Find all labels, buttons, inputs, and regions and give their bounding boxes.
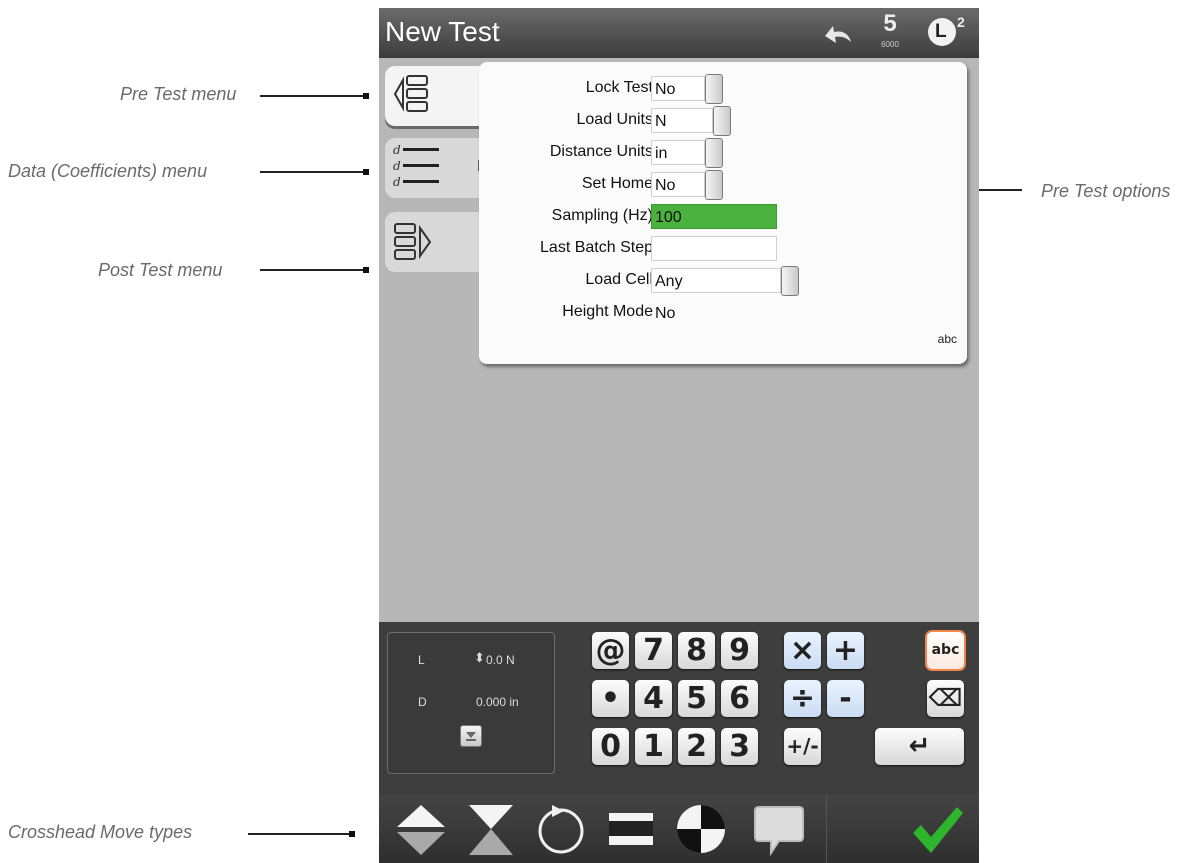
- lock-test-value[interactable]: No: [651, 76, 705, 101]
- option-label: Load Units: [576, 111, 654, 128]
- option-label: Last Batch Step: [540, 239, 653, 256]
- option-row-set-home: Set Home No: [479, 170, 967, 200]
- key-plus[interactable]: +: [827, 632, 864, 669]
- right-arrow-list-icon: [394, 223, 432, 260]
- key-decimal[interactable]: •: [592, 680, 629, 717]
- leader-line: [260, 269, 366, 271]
- leader-line: [260, 95, 366, 97]
- option-label: Load Cell: [585, 271, 653, 288]
- key-3[interactable]: 3: [721, 728, 758, 765]
- key-enter[interactable]: ↵: [875, 728, 964, 765]
- key-8[interactable]: 8: [678, 632, 715, 669]
- option-row-lock-test: Lock Test No: [479, 74, 967, 104]
- option-row-height-mode: Height Mode No: [479, 300, 967, 326]
- key-4[interactable]: 4: [635, 680, 672, 717]
- leader-dot: [363, 93, 369, 99]
- leader-line: [260, 171, 366, 173]
- load-cell-toggle[interactable]: [781, 266, 799, 296]
- key-0[interactable]: 0: [592, 728, 629, 765]
- speed-indicator[interactable]: 5 6000: [873, 11, 907, 55]
- distance-label: D: [418, 695, 427, 709]
- move-hourglass-icon[interactable]: [461, 799, 521, 859]
- callout-pre-test-menu: Pre Test menu: [120, 84, 237, 104]
- key-at[interactable]: @: [592, 632, 629, 669]
- callout-post-test-menu: Post Test menu: [98, 260, 223, 280]
- key-2[interactable]: 2: [678, 728, 715, 765]
- option-label: Set Home: [581, 175, 653, 192]
- move-up-down-icon[interactable]: [391, 799, 451, 859]
- option-row-distance-units: Distance Units in: [479, 138, 967, 168]
- callout-pre-test-options: Pre Test options: [1041, 181, 1171, 201]
- title-bar: New Test 5 6000 L 2: [379, 8, 979, 58]
- load-distance-readout: L ⬍ 0.0 N D 0.000 in: [387, 632, 555, 774]
- load-label: L: [418, 653, 425, 667]
- key-multiply[interactable]: ×: [784, 632, 821, 669]
- option-label: Distance Units: [549, 143, 653, 160]
- comment-icon[interactable]: [749, 799, 809, 859]
- limit-status-badge[interactable]: L 2: [928, 14, 968, 48]
- svg-text:d: d: [393, 175, 401, 189]
- target-icon[interactable]: [671, 799, 731, 859]
- device-screen: New Test 5 6000 L 2 d d d Lock Test No L…: [379, 8, 979, 863]
- distance-value: 0.000 in: [476, 695, 519, 709]
- key-minus[interactable]: -: [827, 680, 864, 717]
- status-badge-count: 2: [957, 14, 965, 30]
- key-5[interactable]: 5: [678, 680, 715, 717]
- sampling-input[interactable]: 100: [651, 204, 777, 229]
- option-row-load-cell: Load Cell Any: [479, 266, 967, 296]
- leader-dot: [349, 831, 355, 837]
- key-6[interactable]: 6: [721, 680, 758, 717]
- option-row-last-batch-step: Last Batch Step: [479, 236, 967, 262]
- key-7[interactable]: 7: [635, 632, 672, 669]
- distance-units-value[interactable]: in: [651, 140, 705, 165]
- page-title: New Test: [385, 16, 500, 47]
- key-backspace[interactable]: ⌫: [927, 680, 964, 717]
- leader-dot: [363, 169, 369, 175]
- check-icon[interactable]: [907, 799, 967, 859]
- set-home-value[interactable]: No: [651, 172, 705, 197]
- undo-icon[interactable]: [819, 18, 855, 53]
- crosshead-move-toolbar: [379, 795, 979, 863]
- key-9[interactable]: 9: [721, 632, 758, 669]
- leader-dot: [363, 267, 369, 273]
- cycle-icon[interactable]: [531, 799, 591, 859]
- key-abc[interactable]: abc: [927, 632, 964, 669]
- speed-max: 6000: [881, 40, 899, 49]
- load-cell-value[interactable]: Any: [651, 268, 781, 293]
- pre-test-options-panel: Lock Test No Load Units N Distance Units…: [479, 62, 967, 364]
- leader-line: [248, 833, 352, 835]
- callout-data-menu: Data (Coefficients) menu: [8, 161, 208, 181]
- option-row-load-units: Load Units N: [479, 106, 967, 136]
- keyboard-toggle-button[interactable]: abc: [938, 332, 957, 346]
- distance-units-toggle[interactable]: [705, 138, 723, 168]
- status-badge-letter: L: [935, 21, 947, 42]
- callout-crosshead-move-types: Crosshead Move types: [8, 822, 193, 842]
- option-row-sampling: Sampling (Hz) 100: [479, 204, 967, 230]
- svg-text:d: d: [393, 143, 401, 157]
- key-plus-minus[interactable]: +/-: [784, 728, 821, 765]
- zero-balance-icon[interactable]: [460, 725, 482, 747]
- load-value: 0.0 N: [486, 653, 515, 667]
- key-1[interactable]: 1: [635, 728, 672, 765]
- load-units-toggle[interactable]: [713, 106, 731, 136]
- updown-arrow-icon: ⬍: [474, 650, 485, 665]
- hold-icon[interactable]: [601, 799, 661, 859]
- toolbar-divider: [826, 795, 827, 863]
- svg-text:d: d: [393, 159, 401, 173]
- lock-test-toggle[interactable]: [705, 74, 723, 104]
- speed-value: 5: [883, 10, 897, 37]
- d-lines-icon: d d d: [393, 143, 439, 189]
- height-mode-value[interactable]: No: [651, 300, 731, 325]
- set-home-toggle[interactable]: [705, 170, 723, 200]
- option-label: Lock Test: [585, 79, 653, 96]
- last-batch-step-input[interactable]: [651, 236, 777, 261]
- bottom-console: L ⬍ 0.0 N D 0.000 in @ 7 8 9 × + abc • 4…: [379, 622, 979, 863]
- option-label: Sampling (Hz): [551, 207, 653, 224]
- key-divide[interactable]: ÷: [784, 680, 821, 717]
- left-arrow-list-icon: [393, 75, 428, 112]
- option-label: Height Mode: [562, 303, 653, 320]
- load-units-value[interactable]: N: [651, 108, 713, 133]
